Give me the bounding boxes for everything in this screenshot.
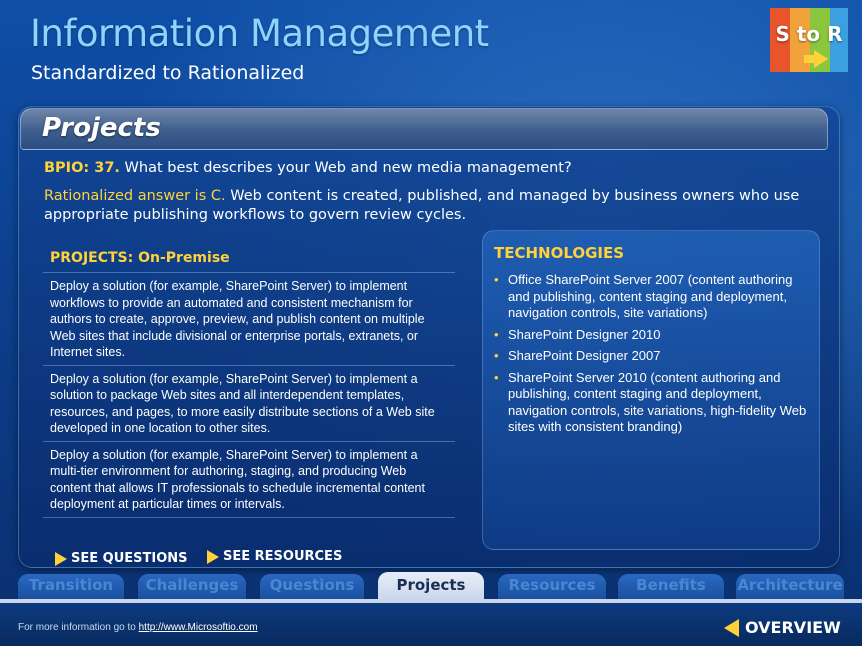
technology-label: SharePoint Designer 2010 — [508, 326, 661, 342]
page-subtitle: Standardized to Rationalized — [31, 62, 305, 84]
back-arrow-icon — [724, 618, 739, 637]
see-questions-link[interactable]: SEE QUESTIONS — [55, 551, 188, 566]
footer-info: For more information go to http://www.Mi… — [18, 622, 258, 633]
bullet-icon: • — [494, 348, 499, 363]
microsoftio-link[interactable]: http://www.Microsoftio.com — [139, 622, 258, 633]
technology-item: • SharePoint Server 2010 (content authori… — [492, 370, 812, 436]
technology-label: Office SharePoint Server 2007 (content a… — [508, 272, 793, 320]
technology-item: • Office SharePoint Server 2007 (content … — [492, 272, 812, 322]
bullet-icon: • — [494, 272, 499, 287]
tab-benefits[interactable]: Benefits — [618, 574, 724, 600]
see-questions-label: SEE QUESTIONS — [71, 551, 188, 566]
tab-resources[interactable]: Resources — [498, 574, 606, 600]
answer: Rationalized answer is C. Web content is… — [44, 187, 824, 225]
tab-challenges[interactable]: Challenges — [138, 574, 246, 600]
tab-architecture[interactable]: Architecture — [736, 574, 844, 600]
logo-text: S to R — [775, 22, 843, 46]
projects-list: Deploy a solution (for example, SharePoi… — [43, 272, 455, 518]
panel-title: Projects — [42, 113, 161, 143]
project-item: Deploy a solution (for example, SharePoi… — [43, 440, 455, 518]
project-item: Deploy a solution (for example, SharePoi… — [43, 272, 455, 365]
overview-button[interactable]: OVERVIEW — [724, 618, 841, 637]
technology-item: • SharePoint Designer 2010 — [492, 327, 812, 344]
tab-questions[interactable]: Questions — [260, 574, 364, 600]
technology-item: • SharePoint Designer 2007 — [492, 348, 812, 365]
projects-heading: PROJECTS: On-Premise — [50, 250, 230, 266]
arrow-right-icon — [814, 50, 828, 68]
see-resources-link[interactable]: SEE RESOURCES — [207, 549, 342, 564]
answer-label: Rationalized answer is C. — [44, 188, 226, 204]
question-text: What best describes your Web and new med… — [119, 160, 572, 176]
see-resources-label: SEE RESOURCES — [223, 549, 343, 564]
technologies-list: • Office SharePoint Server 2007 (content … — [492, 272, 812, 441]
technology-label: SharePoint Designer 2007 — [508, 348, 661, 363]
bullet-icon: • — [494, 369, 499, 385]
technology-label: SharePoint Server 2010 (content authorin… — [508, 369, 807, 435]
question: BPIO: 37. What best describes your Web a… — [44, 160, 824, 176]
s-to-r-logo[interactable]: S to R — [770, 8, 848, 72]
bullet-icon: • — [494, 326, 499, 342]
footer-text: For more information go to — [18, 622, 139, 633]
tab-projects[interactable]: Projects — [378, 572, 484, 600]
play-arrow-icon — [55, 551, 67, 566]
overview-label: OVERVIEW — [745, 618, 841, 637]
tab-transition[interactable]: Transition — [18, 574, 124, 600]
technologies-heading: TECHNOLOGIES — [494, 244, 625, 262]
question-label: BPIO: 37. — [44, 160, 120, 176]
page-title: Information Management — [30, 12, 489, 55]
project-item: Deploy a solution (for example, SharePoi… — [43, 364, 455, 441]
play-arrow-icon — [207, 549, 219, 564]
